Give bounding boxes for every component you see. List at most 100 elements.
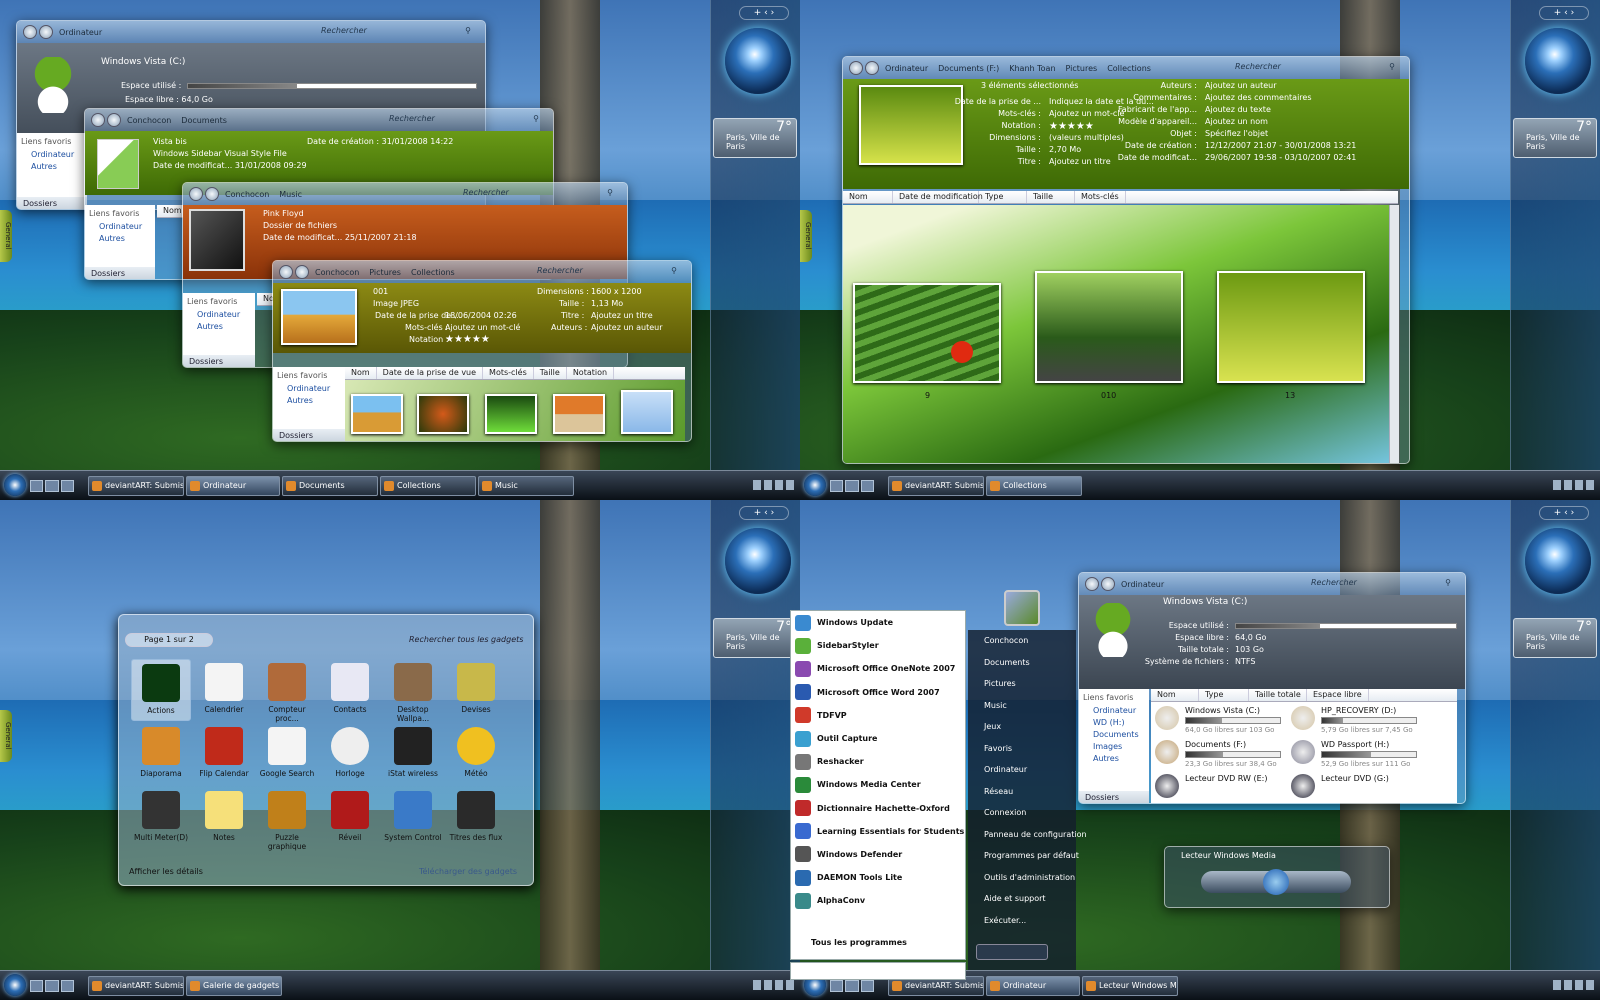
program-item[interactable]: TDFVP (791, 704, 965, 727)
fav-link-computer[interactable]: Ordinateur (21, 150, 83, 159)
col-type[interactable]: Type (1199, 689, 1249, 701)
sidebar-controls[interactable]: + ‹ › (739, 6, 789, 20)
gadget-item[interactable]: Calendrier (194, 659, 254, 721)
col-size[interactable]: Taille (1027, 191, 1075, 203)
gadget-item[interactable]: Contacts (320, 659, 380, 721)
gadget-item[interactable]: Devises (446, 659, 506, 721)
places-item[interactable]: Outils d'administration (976, 867, 1076, 889)
col-total[interactable]: Taille totale (1249, 689, 1307, 701)
fav-link-more[interactable]: Autres (21, 162, 83, 171)
drive-item[interactable]: Windows Vista (C:) 64,0 Go libres sur 103… (1155, 706, 1287, 736)
program-item[interactable]: AlphaConv (791, 889, 965, 912)
fav-link[interactable]: Ordinateur (1083, 706, 1145, 715)
start-button[interactable] (4, 974, 26, 996)
search-icon[interactable]: ⚲ (607, 188, 613, 200)
system-tray[interactable] (1553, 980, 1594, 990)
places-item[interactable]: Aide et support (976, 888, 1076, 910)
get-gadgets-link[interactable]: Télécharger des gadgets (419, 867, 517, 876)
forward-icon[interactable] (865, 61, 879, 75)
breadcrumb-item[interactable]: Conchocon (315, 268, 359, 277)
forward-icon[interactable] (107, 113, 121, 127)
file-thumbnail[interactable] (621, 390, 673, 434)
program-item[interactable]: Microsoft Office Word 2007 (791, 681, 965, 704)
prop-value[interactable]: Ajoutez un nom (1205, 117, 1268, 126)
places-item[interactable]: Réseau (976, 781, 1076, 803)
prop-value[interactable]: Ajoutez du texte (1205, 105, 1271, 114)
fav-link[interactable]: Autres (1083, 754, 1145, 763)
breadcrumb-item[interactable]: Collections (411, 268, 455, 277)
program-item[interactable]: Learning Essentials for Students (791, 820, 965, 843)
breadcrumb-item[interactable]: Pictures (369, 268, 401, 277)
taskbar-button[interactable]: Documents (282, 476, 378, 496)
nav-buttons[interactable] (91, 113, 121, 127)
file-thumbnail[interactable] (853, 283, 1001, 383)
quick-launch[interactable] (30, 480, 74, 492)
col-free[interactable]: Espace libre (1307, 689, 1369, 701)
forward-icon[interactable] (1101, 577, 1115, 591)
gadget-search-input[interactable]: Rechercher tous les gadgets (409, 635, 523, 644)
breadcrumb-item[interactable]: Ordinateur (885, 64, 928, 73)
prop-value[interactable]: Ajoutez un auteur (1205, 81, 1277, 90)
col-rating[interactable]: Notation (567, 367, 615, 379)
back-icon[interactable] (23, 25, 37, 39)
gadget-item[interactable]: Réveil (320, 787, 380, 849)
sidebar-controls[interactable]: + ‹ › (1539, 506, 1589, 520)
places-item[interactable]: Jeux (976, 716, 1076, 738)
breadcrumb-item[interactable]: Khanh Toan (1009, 64, 1055, 73)
places-item[interactable]: Programmes par défaut (976, 845, 1079, 867)
fav-link[interactable]: Documents (1083, 730, 1145, 739)
col-type[interactable]: Type (979, 191, 1027, 203)
taskbar-button[interactable]: deviantART: Submissi... (88, 976, 184, 996)
fav-link-computer[interactable]: Ordinateur (89, 222, 151, 231)
search-input[interactable]: Rechercher (1311, 578, 1357, 590)
fav-link[interactable]: WD (H:) (1083, 718, 1145, 727)
back-icon[interactable] (189, 187, 203, 201)
gadget-item[interactable]: Puzzle graphique (257, 787, 317, 851)
places-item[interactable]: Music (976, 695, 1076, 717)
search-input[interactable]: Rechercher (537, 266, 583, 278)
breadcrumb-item[interactable]: Conchocon (127, 116, 171, 125)
col-keywords[interactable]: Mots-clés (1075, 191, 1126, 203)
start-button[interactable] (804, 474, 826, 496)
places-item[interactable]: Panneau de configuration (976, 824, 1087, 846)
col-modified[interactable]: Date de modification (893, 191, 983, 203)
system-tray[interactable] (753, 480, 794, 490)
nav-buttons[interactable] (849, 61, 879, 75)
gadget-item[interactable]: Flip Calendar (194, 723, 254, 785)
keywords-value[interactable]: Ajoutez un mot-clé (445, 323, 520, 332)
taskbar-button[interactable]: deviantART: Submissi... (88, 476, 184, 496)
prop-value[interactable]: 2,70 Mo (1049, 145, 1081, 154)
folders-toggle[interactable]: Dossiers (85, 267, 155, 279)
column-header[interactable]: Nom Date de la prise de vue Mots-clés Taill… (345, 367, 685, 380)
places-item[interactable]: Documents (976, 652, 1076, 674)
gadget-item[interactable]: Desktop Wallpa... (383, 659, 443, 723)
prop-value[interactable]: Spécifiez l'objet (1205, 129, 1268, 138)
folders-toggle[interactable]: Dossiers (183, 355, 255, 367)
prop-value[interactable]: Ajoutez un titre (1049, 157, 1111, 166)
weather-gadget[interactable]: 7° Paris, Ville de Paris (1513, 618, 1597, 658)
program-item[interactable]: Microsoft Office OneNote 2007 (791, 657, 965, 680)
show-details-link[interactable]: Afficher les détails (129, 867, 203, 876)
scrollbar[interactable] (1389, 205, 1399, 463)
quick-launch[interactable] (830, 480, 874, 492)
col-name[interactable]: Nom (345, 367, 377, 379)
system-tray[interactable] (753, 980, 794, 990)
breadcrumb-item[interactable]: Conchocon (225, 190, 269, 199)
system-tray[interactable] (1553, 480, 1594, 490)
file-thumbnail[interactable] (1035, 271, 1183, 383)
prop-value[interactable]: ★★★★★ (1049, 121, 1094, 132)
nav-buttons[interactable] (1085, 577, 1115, 591)
fav-link-computer[interactable]: Ordinateur (277, 384, 341, 393)
program-item[interactable]: Windows Media Center (791, 773, 965, 796)
breadcrumb-item[interactable]: Collections (1107, 64, 1151, 73)
taskbar-button[interactable]: Collections (380, 476, 476, 496)
prop-value[interactable]: (valeurs multiples) (1049, 133, 1124, 142)
sidebar-controls[interactable]: + ‹ › (1539, 6, 1589, 20)
program-item[interactable]: Dictionnaire Hachette-Oxford (791, 797, 965, 820)
taskbar-button[interactable]: Galerie de gadgets (186, 976, 282, 996)
prop-value[interactable]: 12/12/2007 21:07 - 30/01/2008 13:21 (1205, 141, 1356, 150)
fav-link-more[interactable]: Autres (277, 396, 341, 405)
taskbar-button[interactable]: Music (478, 476, 574, 496)
power-buttons[interactable] (976, 944, 1048, 960)
col-keywords[interactable]: Mots-clés (483, 367, 534, 379)
